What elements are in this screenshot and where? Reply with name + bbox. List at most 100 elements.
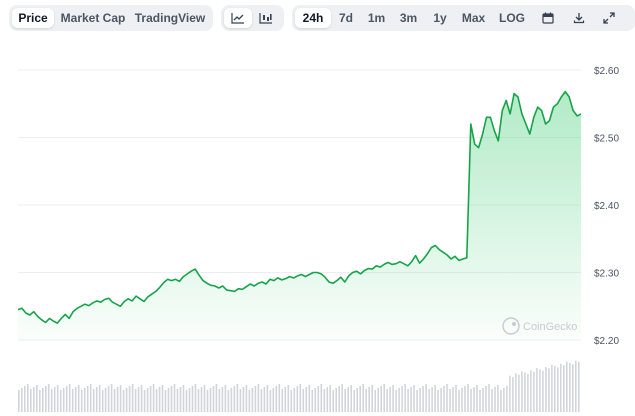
volume-bar [476,385,478,412]
volume-bar [290,390,293,412]
volume-bar [524,372,526,412]
volume-bar [176,389,179,412]
volume-bar [128,386,131,412]
volume-bar [386,389,388,412]
volume-bar [134,389,137,412]
volume-bar [185,390,188,412]
volume-bar [539,369,541,412]
volume-bar [36,385,38,412]
volume-bar [140,385,143,412]
volume-bar [491,389,493,412]
volume-bar [413,385,415,412]
volume-bar [21,388,23,412]
price-chart[interactable]: $2.20 $2.30 $2.40 $2.50 $2.60 CoinGecko [0,0,635,416]
volume-bar [56,385,59,412]
volume-bar [197,389,200,412]
volume-bar [509,375,511,412]
volume-bar [464,386,466,412]
volume-bar [278,384,281,412]
volume-bar [308,385,311,412]
y-axis-labels: $2.20 $2.30 $2.40 $2.50 $2.60 [594,66,619,347]
volume-bar [239,389,242,412]
volume-bar [86,386,89,412]
volume-bar [389,387,391,412]
volume-bar [518,374,520,412]
volume-bar [107,386,110,412]
volume-bar [488,384,490,412]
volume-bar [485,386,487,412]
volume-bar [470,389,472,412]
volume-bar [287,385,290,412]
volume-bar [542,370,544,412]
volume-bar [569,363,571,412]
y-tick-label: $2.50 [594,134,619,145]
volume-bar [215,384,218,412]
volume-bar [224,385,227,412]
volume-bar [113,389,116,412]
volume-bar [323,389,326,412]
volume-bar [332,390,334,412]
volume-bar [209,388,212,412]
volume-bar [401,386,403,412]
volume-bar [314,388,317,412]
volume-bar [536,368,538,412]
volume-bar [350,385,352,412]
volume-bar [95,387,98,412]
volume-bar [578,362,580,412]
volume-bar [77,385,80,412]
volume-bar [479,390,481,412]
volume-bar [428,389,430,412]
volume-bar [431,387,433,412]
volume-bar [158,387,161,412]
volume-bar [101,390,104,412]
volume-bar [500,390,502,412]
volume-bar [338,386,340,412]
volume-bar [80,390,83,412]
volume-bar [266,385,269,412]
y-tick-label: $2.60 [594,66,619,77]
volume-bar [212,386,215,412]
volume-bar [104,388,107,412]
volume-bar [515,373,517,412]
volume-bar [398,388,400,412]
volume-bar [296,386,299,412]
volume-bar [512,377,514,412]
volume-bar [527,373,529,412]
volume-bar [27,384,29,412]
volume-bar [248,390,251,412]
watermark-text: CoinGecko [523,321,577,333]
volume-bar [326,387,329,412]
volume-bar [407,389,409,412]
volume-bar [467,384,469,412]
volume-bar [245,385,248,412]
volume-bar [437,390,439,412]
volume-bar [59,390,62,412]
volume-bar [263,387,266,412]
volume-bar [92,389,95,412]
y-tick-label: $2.40 [594,201,619,212]
volume-bar [149,386,152,412]
volume-bar [194,384,197,412]
volume-bar [302,389,305,412]
volume-bar [347,387,349,412]
volume-bar [425,384,427,412]
volume-bar [182,385,185,412]
volume-bar [293,388,296,412]
volume-bar [281,389,284,412]
volume-bar [533,371,535,412]
volume-bar [560,363,562,412]
volume-bar [404,384,406,412]
volume-bar [317,386,320,412]
volume-bar [74,387,77,412]
price-area-fill [18,91,581,340]
volume-bar [362,384,364,412]
volume-bar [392,385,394,412]
volume-bar [45,386,47,412]
volume-bar [110,384,113,412]
volume-bar [365,389,367,412]
volume-bar [188,388,191,412]
volume-bar [356,388,358,412]
volume-bar [33,387,35,412]
volume-bar [506,386,508,412]
volume-bar [200,387,203,412]
